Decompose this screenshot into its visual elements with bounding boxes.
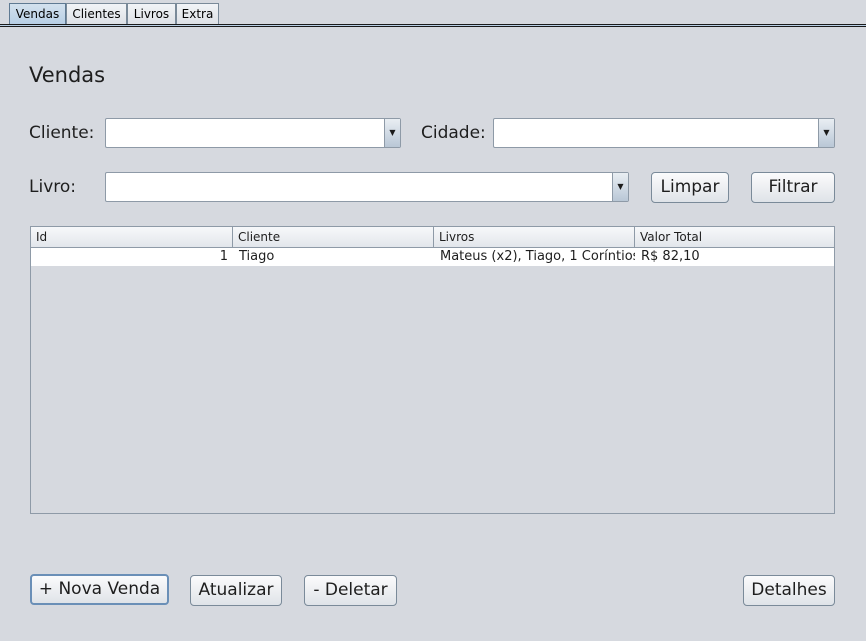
table-row[interactable]: 1 Tiago Mateus (x2), Tiago, 1 Coríntios … [31,248,834,266]
nova-venda-button[interactable]: + Nova Venda [30,574,169,605]
column-header-id[interactable]: Id [31,227,233,247]
column-header-cliente[interactable]: Cliente [233,227,434,247]
livro-combobox[interactable]: ▼ [105,172,629,202]
column-header-livros[interactable]: Livros [434,227,635,247]
cidade-label: Cidade: [421,123,486,143]
column-header-valor-total[interactable]: Valor Total [635,227,834,247]
atualizar-button[interactable]: Atualizar [190,575,282,606]
limpar-button[interactable]: Limpar [651,172,729,203]
cliente-label: Cliente: [29,123,95,143]
tab-clientes[interactable]: Clientes [66,3,127,24]
livro-label: Livro: [29,177,76,197]
deletar-button[interactable]: - Deletar [304,575,397,606]
cell-cliente: Tiago [239,249,275,264]
cell-valor-total: R$ 82,10 [641,249,700,264]
tab-livros[interactable]: Livros [127,3,176,24]
chevron-down-icon[interactable]: ▼ [612,173,628,201]
table-header: Id Cliente Livros Valor Total [31,227,834,248]
cidade-combobox[interactable]: ▼ [493,118,835,148]
tab-bar: Vendas Clientes Livros Extra [0,0,866,28]
chevron-down-icon[interactable]: ▼ [384,119,400,147]
tab-divider [0,24,866,27]
cell-id: 1 [219,249,228,264]
chevron-down-icon[interactable]: ▼ [818,119,834,147]
cell-livros: Mateus (x2), Tiago, 1 Coríntios [440,249,635,264]
vendas-table[interactable]: Id Cliente Livros Valor Total 1 Tiago Ma… [30,226,835,514]
detalhes-button[interactable]: Detalhes [743,575,835,606]
tab-extra[interactable]: Extra [176,3,219,24]
cliente-combobox[interactable]: ▼ [105,118,401,148]
filtrar-button[interactable]: Filtrar [751,172,835,203]
tab-vendas[interactable]: Vendas [9,3,66,24]
page-title: Vendas [29,63,106,87]
